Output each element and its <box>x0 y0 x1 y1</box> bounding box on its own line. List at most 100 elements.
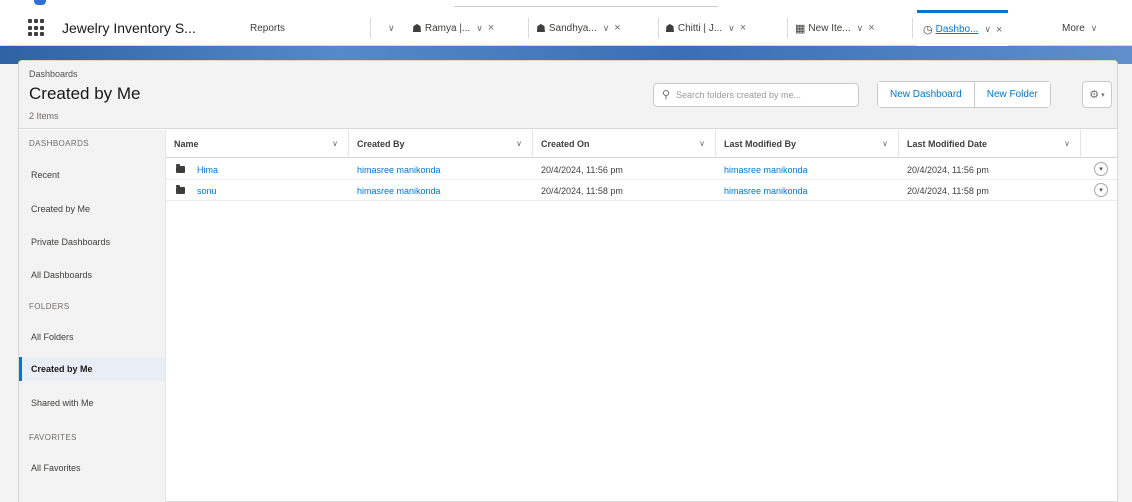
sidebar-item-folders-created-by-me[interactable]: Created by Me <box>19 357 165 381</box>
top-indicator <box>34 0 46 5</box>
settings-menu-button[interactable]: ⚙ ▾ <box>1082 81 1112 108</box>
tab-label: Sandhya... <box>548 22 597 34</box>
sidebar-item-private-dashboards[interactable]: Private Dashboards <box>19 230 165 254</box>
row-actions-menu[interactable]: ▾ <box>1094 183 1108 197</box>
tab-workspace-1[interactable]: ☗ Ramya |... ∨ × <box>412 10 494 46</box>
header-button-group: New Dashboard New Folder <box>877 81 1051 108</box>
chevron-down-icon: ▾ <box>1099 166 1103 173</box>
sidebar-item-dashboards-created-by-me[interactable]: Created by Me <box>19 197 165 221</box>
folder-name-cell[interactable]: Hima <box>176 159 218 180</box>
app-name: Jewelry Inventory S... <box>62 20 196 36</box>
shopping-bag-icon: ☗ <box>412 22 422 35</box>
last-modified-date-cell: 20/4/2024, 11:56 pm <box>907 164 989 175</box>
chevron-down-icon[interactable]: ∨ <box>699 139 705 148</box>
tab-separator <box>912 18 913 38</box>
folder-icon <box>176 185 185 194</box>
search-input[interactable] <box>676 87 854 103</box>
page-header: Dashboards Created by Me 2 Items ⚲ New D… <box>19 61 1117 129</box>
dashboard-icon: ◷ <box>923 24 933 36</box>
sidebar-item-all-folders[interactable]: All Folders <box>19 325 165 349</box>
tab-label: New Ite... <box>808 22 851 34</box>
folder-name-cell[interactable]: sonu <box>176 180 217 201</box>
close-icon[interactable]: × <box>996 24 1002 36</box>
column-header-label: Last Modified By <box>724 139 797 149</box>
chevron-down-icon[interactable]: ∨ <box>984 24 991 35</box>
chevron-down-icon: ∨ <box>388 22 395 33</box>
row-actions-menu[interactable]: ▾ <box>1094 162 1108 176</box>
chevron-down-icon: ▾ <box>1101 91 1105 99</box>
sidebar-item-recent[interactable]: Recent <box>19 163 165 187</box>
tab-label: Ramya |... <box>424 22 471 34</box>
breadcrumb[interactable]: Dashboards <box>29 69 78 79</box>
chevron-down-icon[interactable]: ∨ <box>882 139 888 148</box>
table-header: Name ∨ Created By ∨ Created On ∨ Last Mo… <box>166 130 1117 158</box>
folder-name-link[interactable]: Hima <box>197 165 218 175</box>
navigation-bar: Jewelry Inventory S... Reports ∨ ☗ Ramya… <box>0 10 1132 46</box>
chevron-down-icon[interactable]: ∨ <box>603 23 610 34</box>
new-dashboard-button[interactable]: New Dashboard <box>878 82 974 107</box>
shopping-bag-icon: ☗ <box>536 22 546 35</box>
last-modified-by-link[interactable]: himasree manikonda <box>724 159 808 180</box>
search-icon: ⚲ <box>662 89 671 101</box>
column-header-created-on[interactable]: Created On ∨ <box>533 130 716 158</box>
tab-separator <box>787 18 788 38</box>
column-header-label: Created By <box>357 139 405 149</box>
created-on-cell: 20/4/2024, 11:56 pm <box>541 164 623 175</box>
chevron-down-icon[interactable]: ∨ <box>332 139 338 148</box>
column-header-label: Name <box>174 139 199 149</box>
close-icon[interactable]: × <box>868 22 874 34</box>
sidebar-item-shared-with-me[interactable]: Shared with Me <box>19 391 165 415</box>
app-launcher-icon[interactable] <box>28 19 46 37</box>
tab-separator <box>528 18 529 38</box>
tab-reports-label: Reports <box>250 22 286 34</box>
tab-reports[interactable]: Reports <box>250 10 285 46</box>
tab-workspace-3[interactable]: ☗ Chitti | J... ∨ × <box>665 10 746 46</box>
tab-label: Chitti | J... <box>677 22 723 34</box>
top-strip <box>0 0 1132 10</box>
page-title: Created by Me <box>29 84 141 103</box>
tab-workspace-2[interactable]: ☗ Sandhya... ∨ × <box>536 10 621 46</box>
top-divider-line <box>454 6 718 7</box>
last-modified-date-cell: 20/4/2024, 11:58 pm <box>907 185 989 196</box>
folder-name-link[interactable]: sonu <box>197 186 217 196</box>
close-icon[interactable]: × <box>740 22 746 34</box>
tab-label: Dashbo... <box>935 24 979 35</box>
dashboards-panel: Dashboards Created by Me 2 Items ⚲ New D… <box>18 60 1118 502</box>
chevron-down-icon[interactable]: ∨ <box>1064 139 1070 148</box>
chevron-down-icon[interactable]: ∨ <box>516 139 522 148</box>
folder-icon <box>176 164 185 173</box>
tab-separator <box>370 18 371 38</box>
more-tabs-button[interactable]: More ∨ <box>1062 10 1097 46</box>
sidebar: DASHBOARDS Recent Created by Me Private … <box>19 130 166 502</box>
chevron-down-icon[interactable]: ∨ <box>728 23 735 34</box>
table-row: Hima himasree manikonda 20/4/2024, 11:56… <box>166 159 1117 180</box>
column-header-created-by[interactable]: Created By ∨ <box>349 130 533 158</box>
created-by-link[interactable]: himasree manikonda <box>357 159 441 180</box>
more-label: More <box>1062 22 1085 34</box>
column-header-label: Created On <box>541 139 590 149</box>
created-by-link[interactable]: himasree manikonda <box>357 180 441 201</box>
column-header-name[interactable]: Name ∨ <box>166 130 349 158</box>
nav-menu-chevron[interactable]: ∨ <box>382 10 395 46</box>
last-modified-by-link[interactable]: himasree manikonda <box>724 180 808 201</box>
sidebar-heading-folders: FOLDERS <box>29 302 70 311</box>
tab-workspace-4[interactable]: ▦ New Ite... ∨ × <box>795 10 875 46</box>
column-header-last-modified-date[interactable]: Last Modified Date ∨ <box>899 130 1081 158</box>
close-icon[interactable]: × <box>614 22 620 34</box>
tab-workspace-5[interactable]: ◷ Dashbo... ∨ × <box>917 10 1009 46</box>
sidebar-item-all-dashboards[interactable]: All Dashboards <box>19 263 165 287</box>
column-header-label: Last Modified Date <box>907 139 988 149</box>
sidebar-heading-favorites: FAVORITES <box>29 433 77 442</box>
gear-icon: ⚙ <box>1089 89 1100 101</box>
shopping-bag-icon: ☗ <box>665 22 675 35</box>
chevron-down-icon[interactable]: ∨ <box>476 23 483 34</box>
table-row: sonu himasree manikonda 20/4/2024, 11:58… <box>166 180 1117 201</box>
search-box[interactable]: ⚲ <box>653 83 859 107</box>
sidebar-item-all-favorites[interactable]: All Favorites <box>19 456 165 480</box>
new-folder-button[interactable]: New Folder <box>973 82 1050 107</box>
sidebar-heading-dashboards: DASHBOARDS <box>29 139 90 148</box>
chevron-down-icon[interactable]: ∨ <box>857 23 864 34</box>
chevron-down-icon: ∨ <box>1090 22 1098 33</box>
close-icon[interactable]: × <box>488 22 494 34</box>
column-header-last-modified-by[interactable]: Last Modified By ∨ <box>716 130 899 158</box>
